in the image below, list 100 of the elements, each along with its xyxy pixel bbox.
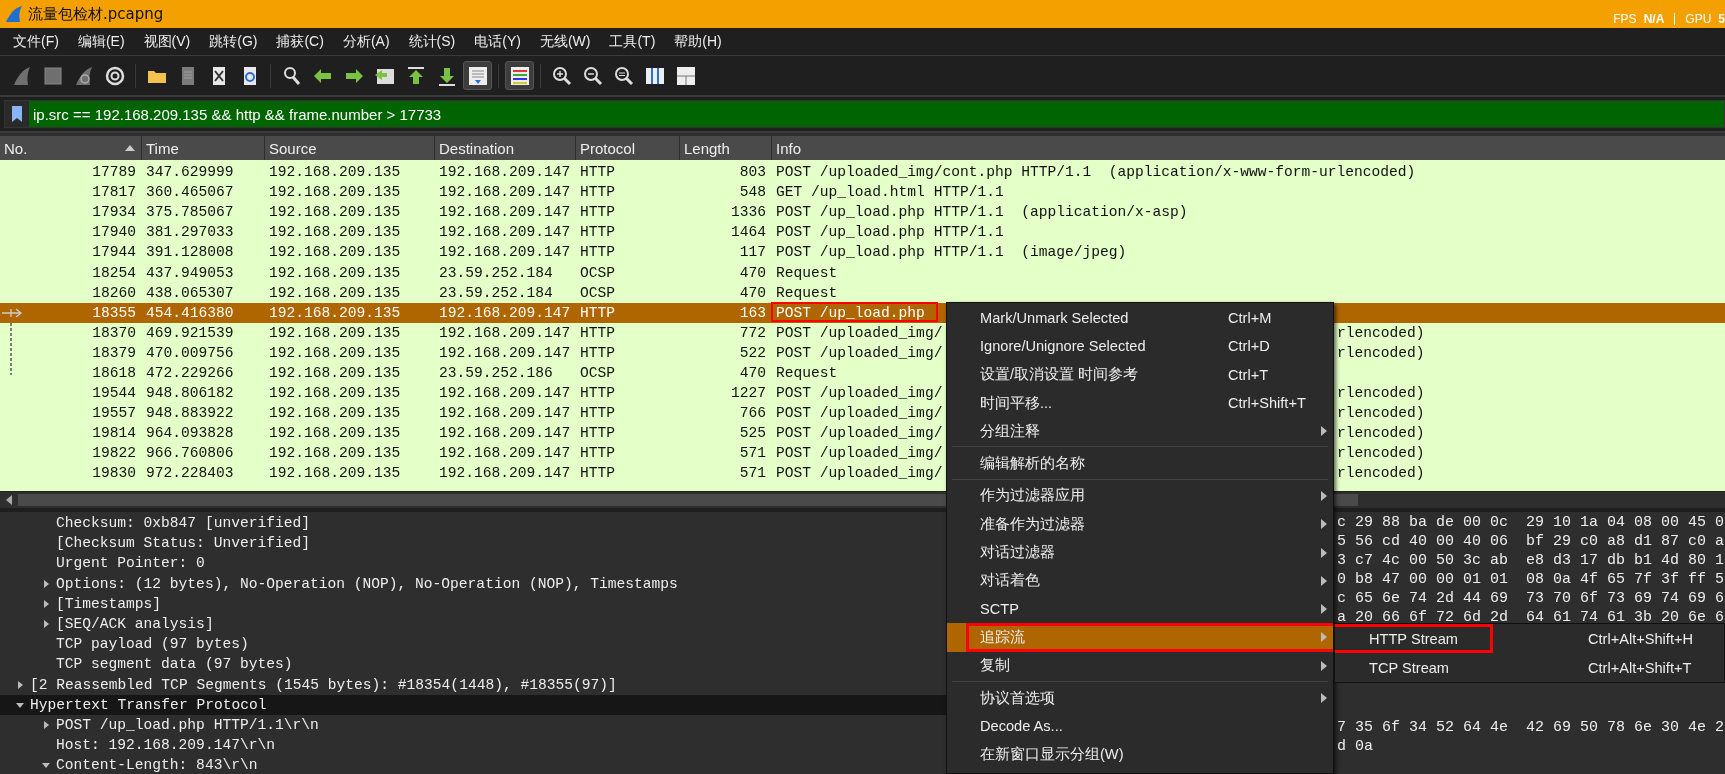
context-menu-item[interactable]: 对话过滤器 (947, 538, 1333, 567)
tree-item-text: Urgent Pointer: 0 (56, 555, 205, 572)
table-cell-text: 192.168.209.147 (438, 184, 572, 201)
tree-item-text: [SEQ/ACK analysis] (56, 616, 214, 633)
packet-row[interactable]: 18254 437.949053 192.168.209.135 23.59.252.184 OCSP 470 Request (0, 262, 946, 283)
packet-row[interactable]: 18618 472.229266 192.168.209.135 23.59.252.186 OCSP 470 Request (0, 362, 946, 384)
table-cell-text: POST /uploaded_img/ (775, 344, 943, 361)
table-cell-text: 972.228403 (145, 465, 235, 482)
hex-row: 7 35 6f 34 52 64 4e 42 69 50 78 6e 30 4e 2 (1337, 718, 1725, 737)
table-cell-text: 192.168.209.147 (438, 465, 572, 482)
context-menu-item[interactable]: 准备作为过滤器 (947, 510, 1333, 539)
table-cell-text: rlencoded) (1337, 343, 1425, 363)
table-cell-text: 18379 (91, 344, 137, 361)
scroll-left-icon[interactable] (5, 495, 13, 505)
table-cell-text: 470 (738, 264, 767, 281)
submenu-item[interactable]: TCP Stream Ctrl+Alt+Shift+T (1335, 653, 1724, 682)
menu-item[interactable]: 帮助(H) (667, 30, 729, 53)
collapsed-triangle-icon[interactable] (41, 598, 51, 609)
column-header[interactable]: Source (265, 136, 435, 160)
table-cell-text: 23.59.252.186 (438, 365, 554, 381)
column-header[interactable]: Time (142, 136, 265, 160)
table-cell-text: HTTP (579, 204, 617, 221)
shortcut-label: Ctrl+M (1228, 310, 1273, 327)
collapsed-triangle-icon[interactable] (41, 578, 51, 589)
menu-item[interactable]: 工具(T) (602, 30, 663, 53)
table-cell-text: Request (775, 264, 838, 281)
context-menu-item[interactable]: 时间平移... Ctrl+Shift+T (947, 388, 1333, 418)
packet-row[interactable]: 17789 347.629999 192.168.209.135 192.168.209.147 HTTP 803 POST /uploaded_img/cont.php HTTP/1.1 (application/x-www-form-urlencoded) (0, 162, 1416, 183)
tree-item-text: Hypertext Transfer Protocol (30, 696, 267, 713)
table-cell-text: 192.168.209.135 (268, 445, 402, 462)
column-header[interactable]: Length (680, 136, 772, 160)
context-menu-item[interactable]: SCTP (947, 594, 1333, 624)
table-cell-text: 192.168.209.147 (438, 324, 572, 341)
auto-scroll-icon[interactable] (463, 61, 492, 90)
table-cell-text: 772 (738, 324, 767, 341)
menu-item[interactable]: 文件(F) (6, 30, 66, 53)
context-menu-item[interactable]: 编辑解析的名称 (947, 449, 1333, 478)
table-cell-text: 470 (738, 365, 767, 381)
context-menu-item[interactable]: Mark/Unmark Selected Ctrl+M (947, 304, 1333, 333)
shortcut-label: Ctrl+Shift+T (1228, 395, 1307, 412)
collapsed-triangle-icon[interactable] (41, 619, 51, 630)
context-menu-item[interactable]: 分组注释 (947, 417, 1333, 446)
packet-row[interactable]: 17817 360.465067 192.168.209.135 192.168.209.147 HTTP 548 GET /up_load.html HTTP/1.1 (0, 182, 1004, 203)
menu-item[interactable]: 视图(V) (136, 30, 198, 53)
table-cell-text: 192.168.209.135 (268, 385, 402, 402)
table-cell-text: 192.168.209.135 (268, 224, 402, 241)
packet-row[interactable]: 17940 381.297033 192.168.209.135 192.168.209.147 HTTP 1464 POST /up_load.php HTTP/1.1 (0, 222, 1004, 243)
tree-item-text: POST /up_load.php HTTP/1.1\r\n (56, 716, 319, 733)
menu-item[interactable]: 编辑(E) (70, 30, 132, 53)
packet-row[interactable]: 18260 438.065307 192.168.209.135 23.59.252.184 OCSP 470 Request (0, 282, 946, 303)
table-cell-text: HTTP (579, 385, 617, 402)
context-menu-item[interactable]: Decode As... (947, 712, 1333, 741)
window-title: 流量包检材.pcapng (28, 4, 164, 24)
column-header[interactable]: No. (0, 136, 142, 160)
table-cell-text: 192.168.209.147 (438, 164, 572, 181)
table-cell-text: 19814 (91, 425, 137, 442)
table-cell-text: 23.59.252.184 (438, 264, 554, 281)
colorize-icon[interactable] (505, 61, 534, 90)
table-cell-text: 192.168.209.147 (438, 385, 572, 402)
shark-fin-icon (4, 4, 24, 24)
column-header[interactable]: Info (772, 136, 1725, 160)
collapsed-triangle-icon[interactable] (15, 679, 25, 690)
table-cell-text: POST /uploaded_img/cont.php HTTP/1.1 (application/x-www-form-urlencoded) (775, 164, 1416, 181)
column-header[interactable]: Destination (435, 136, 576, 160)
context-menu-item[interactable]: Ignore/Unignore Selected Ctrl+D (947, 332, 1333, 361)
menu-item[interactable]: 统计(S) (401, 30, 463, 53)
context-menu-item[interactable]: 追踪流 (947, 623, 1333, 652)
table-cell-text: 18618 (91, 365, 137, 381)
table-cell-text: POST /up_load.php (775, 304, 925, 321)
context-menu-item[interactable]: 复制 (947, 651, 1333, 680)
menu-item[interactable]: 分析(A) (335, 30, 397, 53)
collapsed-triangle-icon[interactable] (41, 719, 51, 730)
shortcut-label: Ctrl+D (1228, 338, 1271, 355)
menu-item[interactable]: 跳转(G) (202, 30, 265, 53)
context-menu-item[interactable]: 设置/取消设置 时间参考 Ctrl+T (947, 360, 1333, 389)
gpu-label: GPU (1685, 12, 1712, 26)
table-cell-text: POST /uploaded_img/ (775, 385, 943, 402)
table-cell-text: 391.128008 (145, 244, 235, 261)
table-cell-text: 964.093828 (145, 425, 235, 442)
submenu-item[interactable]: HTTP Stream Ctrl+Alt+Shift+H (1335, 624, 1724, 653)
fps-label: FPS (1613, 12, 1637, 26)
context-menu-item[interactable]: 作为过滤器应用 (947, 481, 1333, 511)
table-cell-text: 17940 (91, 224, 137, 241)
context-menu-item[interactable]: 对话着色 (947, 566, 1333, 595)
packet-row[interactable]: 17944 391.128008 192.168.209.135 192.168.209.147 HTTP 117 POST /up_load.php HTTP/1.1 (image/jpeg) (0, 242, 1127, 263)
table-cell-text: 438.065307 (145, 284, 235, 301)
table-cell-text: 18254 (91, 264, 137, 281)
context-menu-item[interactable]: 在新窗口显示分组(W) (947, 740, 1333, 769)
menu-item[interactable]: 捕获(C) (269, 30, 331, 53)
menu-item[interactable]: 电话(Y) (467, 30, 528, 53)
packet-row[interactable]: 17934 375.785067 192.168.209.135 192.168.209.147 HTTP 1336 POST /up_load.php HTTP/1.1 (application/x-asp) (0, 202, 1188, 223)
menu-item[interactable]: 无线(W) (532, 30, 598, 53)
column-header[interactable]: Protocol (576, 136, 680, 160)
table-cell-text: 437.949053 (145, 264, 235, 281)
table-cell-text: 381.297033 (145, 224, 235, 241)
table-cell-text: 17789 (91, 164, 137, 181)
table-cell-text: 360.465067 (145, 184, 235, 201)
table-cell-text: 192.168.209.147 (438, 304, 572, 321)
hex-row: 3 c7 4c 00 50 3c ab e8 d3 17 db b1 4d 80 1 (1337, 551, 1725, 570)
table-cell-text: HTTP (579, 304, 617, 321)
